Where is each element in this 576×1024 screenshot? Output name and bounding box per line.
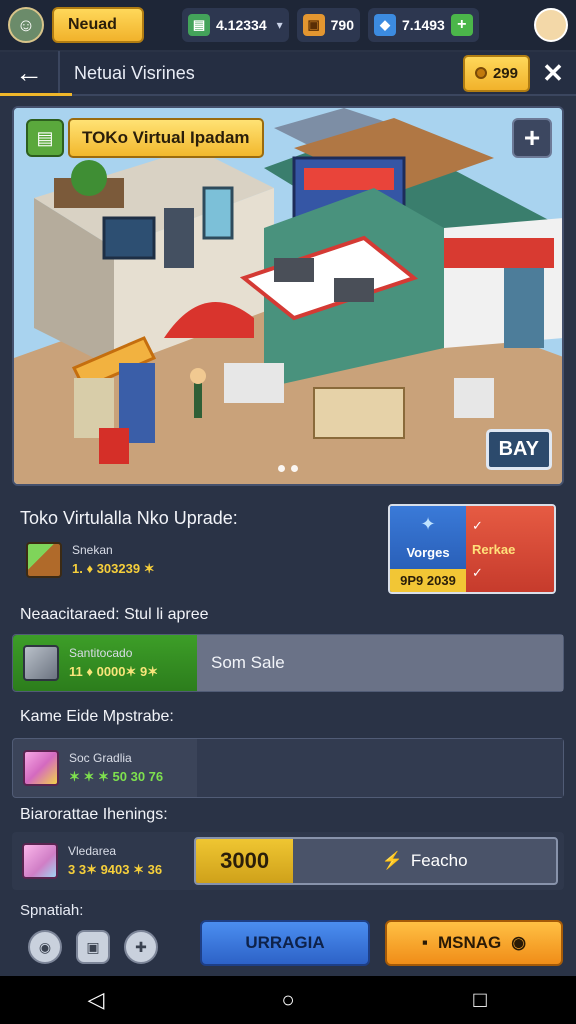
special-label: Spnatiah: bbox=[20, 902, 84, 919]
upgrade-section: Toko Virtulalla Nko Uprade: Snekan 1. ♦ … bbox=[12, 500, 564, 598]
upgrade-card-red[interactable]: ✓ Rerkae ✓ bbox=[466, 506, 554, 592]
arrow-left-icon: ← bbox=[15, 57, 43, 88]
crate-value: 790 bbox=[330, 17, 354, 33]
section3-item: Soc Gradlia ✶ ✶ ✶ 50 30 76 bbox=[13, 739, 197, 797]
section3-title: Kame Eide Mpstrabe: bbox=[20, 708, 174, 725]
upgrade-title: Toko Virtulalla Nko Uprade: bbox=[20, 508, 238, 528]
bottom-actions: Spnatiah: ◉ ▣ ✚ URRAGIA ▪ MSNAG ◉ bbox=[0, 898, 576, 976]
section3-slot[interactable] bbox=[197, 739, 563, 797]
gem-icon: ◆ bbox=[374, 14, 396, 36]
gem-resource[interactable]: ◆ 7.1493 + bbox=[368, 8, 479, 42]
progress-label-text: Feacho bbox=[410, 851, 468, 870]
section4-item-name: Vledarea bbox=[68, 844, 117, 858]
progress-fill: 3000 bbox=[196, 839, 294, 883]
upgrade-item-value: 1. ♦ 303239 ✶ bbox=[72, 561, 155, 576]
cube-icon bbox=[22, 843, 58, 879]
robot-icon[interactable]: ◉ bbox=[28, 930, 62, 964]
carousel-dot[interactable] bbox=[291, 465, 298, 472]
store-icon: ▤ bbox=[26, 119, 64, 157]
add-button[interactable]: + bbox=[512, 118, 552, 158]
cash-resource[interactable]: ▤ 4.12334 ▾ bbox=[182, 8, 289, 42]
bullet-icon: ▪ bbox=[421, 933, 428, 952]
close-button[interactable]: ✕ bbox=[530, 51, 576, 95]
cash-icon: ▤ bbox=[188, 14, 210, 36]
section2-item-value: 11 ♦ 0000✶ 9✶ bbox=[69, 664, 159, 679]
system-nav-bar: ◁ ○ □ bbox=[0, 976, 576, 1024]
card-blue-price: 9P9 2039 bbox=[390, 569, 466, 592]
upgrade-card-blue[interactable]: ✦ Vorges 9P9 2039 bbox=[390, 506, 466, 592]
page-title: Netuai Visrines bbox=[74, 62, 195, 83]
card-red-label: Rerkae bbox=[472, 541, 516, 557]
close-icon: ✕ bbox=[542, 57, 564, 88]
page-header: ← Netuai Visrines 299 ✕ bbox=[0, 51, 576, 96]
cash-value: 4.12334 bbox=[216, 17, 267, 33]
add-gems-button[interactable]: + bbox=[450, 14, 473, 36]
section2-title: Neaacitaraed: Stul li apree bbox=[20, 606, 209, 623]
section2-item: Santitocado 11 ♦ 0000✶ 9✶ bbox=[13, 635, 197, 691]
manage-button-label: MSNAG bbox=[437, 933, 502, 952]
back-underline bbox=[0, 93, 72, 96]
gift-cube-icon bbox=[23, 750, 59, 786]
profile-face-icon[interactable] bbox=[534, 8, 568, 42]
gamepad-icon[interactable]: ✚ bbox=[124, 930, 158, 964]
coin-icon bbox=[474, 67, 487, 79]
store-scene[interactable]: ▤ TOKo Virtual Ipadam + BAY bbox=[12, 106, 564, 486]
store-illustration bbox=[14, 108, 562, 484]
section3-row[interactable]: Soc Gradlia ✶ ✶ ✶ 50 30 76 bbox=[12, 738, 564, 798]
resource-bar: ☺ Neuad ▤ 4.12334 ▾ ▣ 790 ◆ 7.1493 + bbox=[0, 0, 576, 50]
upgrade-cards[interactable]: ✦ Vorges 9P9 2039 ✓ Rerkae ✓ bbox=[388, 504, 556, 594]
section3-item-value: ✶ ✶ ✶ 50 30 76 bbox=[69, 769, 164, 784]
home-circle-icon[interactable]: ○ bbox=[268, 987, 308, 1013]
section4-item: Vledarea 3 3✶ 9403 ✶ 36 bbox=[12, 843, 194, 879]
sale-button[interactable]: Som Sale bbox=[197, 635, 563, 691]
camera-icon[interactable]: ▣ bbox=[76, 930, 110, 964]
check-icon: ✓ bbox=[472, 564, 483, 580]
carousel-dots[interactable] bbox=[278, 465, 298, 472]
crate-icon: ▣ bbox=[302, 14, 325, 36]
plus-icon: + bbox=[523, 122, 541, 153]
upgrade-item-name: Snekan bbox=[72, 543, 113, 557]
server-icon bbox=[23, 645, 59, 681]
progress-bar[interactable]: 3000 ⚡ Feacho bbox=[194, 837, 558, 885]
star-icon: ✦ bbox=[420, 514, 436, 534]
carousel-dot[interactable] bbox=[278, 465, 285, 472]
section4-title: Biarorattae Ihenings: bbox=[20, 806, 168, 823]
recents-square-icon[interactable]: □ bbox=[460, 987, 500, 1013]
crate-resource[interactable]: ▣ 790 bbox=[296, 8, 360, 42]
section4-item-value: 3 3✶ 9403 ✶ 36 bbox=[68, 862, 163, 877]
card-blue-label: Vorges bbox=[406, 544, 450, 560]
back-button[interactable]: ← bbox=[0, 51, 60, 95]
player-name[interactable]: Neuad bbox=[52, 7, 144, 43]
back-triangle-icon[interactable]: ◁ bbox=[76, 987, 116, 1013]
section2-item-name: Santitocado bbox=[69, 646, 133, 660]
buy-sign[interactable]: BAY bbox=[485, 429, 552, 470]
progress-label: ⚡ Feacho bbox=[293, 839, 556, 883]
upgrade-button[interactable]: URRAGIA bbox=[200, 920, 370, 966]
gem-value: 7.1493 bbox=[402, 17, 445, 33]
upgrade-item: Snekan 1. ♦ 303239 ✶ bbox=[26, 542, 155, 578]
player-avatar[interactable]: ☺ bbox=[8, 7, 44, 43]
section2-row[interactable]: Santitocado 11 ♦ 0000✶ 9✶ Som Sale bbox=[12, 634, 564, 692]
lightning-icon: ⚡ bbox=[381, 851, 403, 870]
section3-item-name: Soc Gradlia bbox=[69, 751, 132, 765]
coin-value: 299 bbox=[492, 64, 518, 82]
coin-balance[interactable]: 299 bbox=[462, 54, 530, 92]
store-name: TOKo Virtual Ipadam bbox=[68, 118, 264, 158]
check-icon: ✓ bbox=[472, 517, 483, 533]
chevron-down-icon[interactable]: ▾ bbox=[277, 18, 283, 32]
cube-icon bbox=[26, 542, 62, 578]
section4-row: Vledarea 3 3✶ 9403 ✶ 36 3000 ⚡ Feacho bbox=[12, 832, 564, 890]
coin-icon: ◉ bbox=[511, 933, 527, 952]
store-badge[interactable]: ▤ TOKo Virtual Ipadam bbox=[26, 118, 264, 158]
manage-button[interactable]: ▪ MSNAG ◉ bbox=[385, 920, 563, 966]
